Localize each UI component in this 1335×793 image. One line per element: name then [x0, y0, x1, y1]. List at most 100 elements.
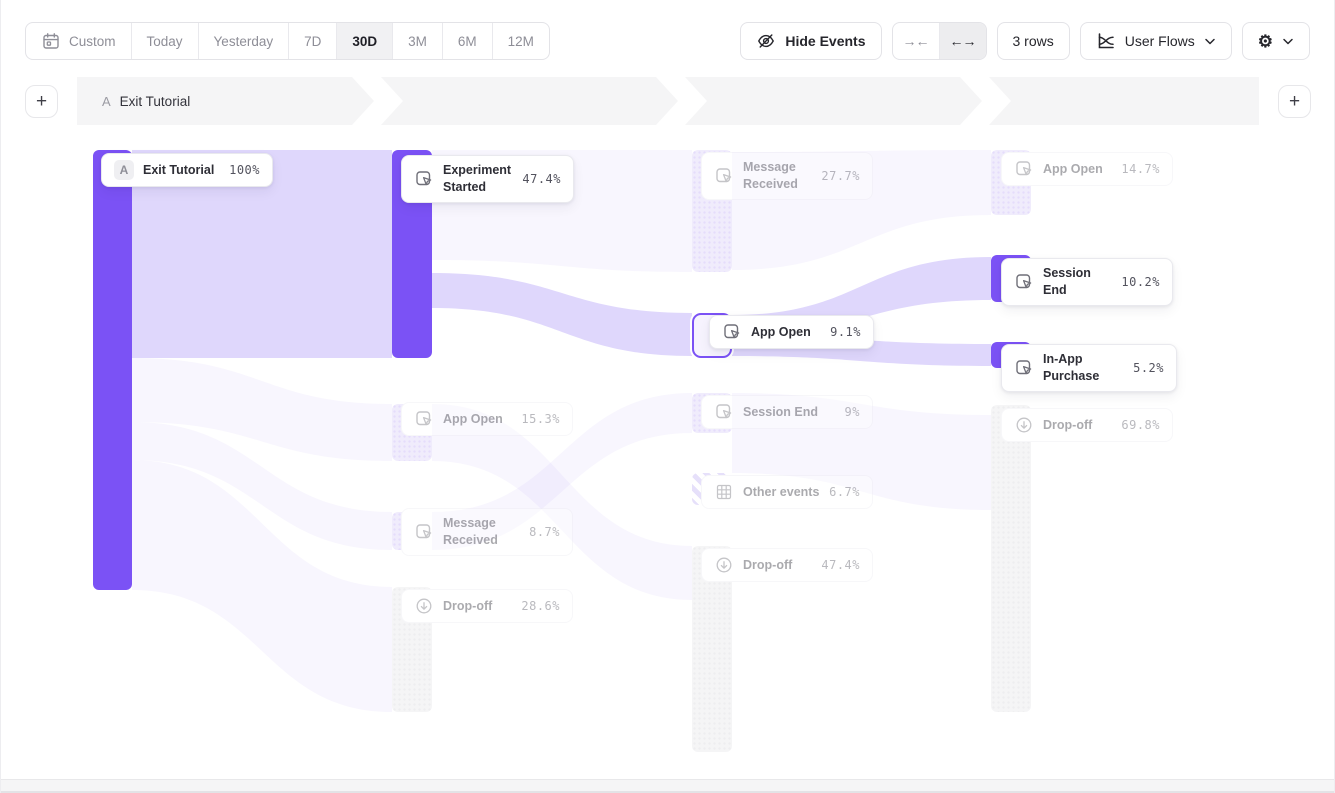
date-range-3m[interactable]: 3M [392, 23, 442, 59]
toolbar: Custom Today Yesterday 7D 30D 3M 6M 12M … [1, 0, 1334, 60]
date-range-label: Custom [69, 34, 116, 49]
node-card-other-events[interactable]: Other events 6.7% [701, 475, 873, 509]
date-range-label: 12M [508, 34, 534, 49]
step-name: Exit Tutorial [120, 94, 191, 109]
eye-off-icon [756, 31, 776, 51]
node-label: App Open [443, 411, 512, 428]
node-card-drop-off[interactable]: Drop-off 47.4% [701, 548, 873, 582]
node-card-app-open-selected[interactable]: App Open 9.1% [709, 315, 874, 349]
node-percent: 15.3% [521, 412, 560, 426]
node-card-message-received[interactable]: Message Received 27.7% [701, 152, 873, 200]
event-icon [1014, 358, 1034, 378]
rows-button[interactable]: 3 rows [997, 22, 1070, 60]
drop-off-icon [714, 555, 734, 575]
event-icon [714, 166, 734, 186]
step-letter: A [102, 94, 111, 109]
event-icon [414, 169, 434, 189]
node-bar-drop-off[interactable] [991, 405, 1031, 712]
step-segment-4[interactable] [989, 77, 1259, 125]
user-flows-app: Custom Today Yesterday 7D 30D 3M 6M 12M … [0, 0, 1335, 793]
node-label: App Open [1043, 161, 1112, 178]
step-segment-3[interactable] [685, 77, 982, 125]
node-percent: 47.4% [522, 172, 561, 186]
node-card-app-open[interactable]: App Open 14.7% [1001, 152, 1173, 186]
event-icon [414, 522, 434, 542]
node-percent: 47.4% [821, 558, 860, 572]
collapse-columns-button[interactable]: →← [893, 23, 939, 59]
date-range-label: 30D [352, 34, 377, 49]
date-range-30d[interactable]: 30D [336, 23, 392, 59]
view-type-button[interactable]: User Flows [1080, 22, 1232, 60]
node-card-session-end[interactable]: Session End 9% [701, 395, 873, 429]
node-label: Session End [743, 404, 836, 421]
date-range-6m[interactable]: 6M [442, 23, 492, 59]
node-card-app-open[interactable]: App Open 15.3% [401, 402, 573, 436]
date-range-label: 6M [458, 34, 477, 49]
event-icon [414, 409, 434, 429]
node-label: Message Received [443, 515, 520, 549]
node-percent: 8.7% [529, 525, 560, 539]
node-card-drop-off[interactable]: Drop-off 69.8% [1001, 408, 1173, 442]
node-percent: 5.2% [1133, 361, 1164, 375]
node-label: Message Received [743, 159, 812, 193]
date-range-custom[interactable]: Custom [26, 23, 131, 59]
node-card-experiment-started[interactable]: Experiment Started 47.4% [401, 155, 574, 203]
node-percent: 14.7% [1121, 162, 1160, 176]
node-percent: 10.2% [1121, 275, 1160, 289]
step-segment-a[interactable]: A Exit Tutorial [77, 77, 374, 125]
plus-icon: + [1289, 91, 1300, 112]
drop-off-icon [1014, 415, 1034, 435]
event-icon [714, 402, 734, 422]
sankey-stage: A Exit Tutorial 100% Experiment Started … [1, 130, 1334, 779]
rows-label: 3 rows [1013, 33, 1054, 49]
collapse-arrows-icon: →← [903, 33, 929, 49]
node-bar-exit-tutorial[interactable] [93, 150, 132, 590]
node-card-in-app-purchase[interactable]: In-App Purchase 5.2% [1001, 344, 1177, 392]
node-percent: 28.6% [521, 599, 560, 613]
node-percent: 9% [845, 405, 860, 419]
node-card-exit-tutorial[interactable]: A Exit Tutorial 100% [101, 153, 273, 187]
node-percent: 69.8% [1121, 418, 1160, 432]
other-events-icon [714, 482, 734, 502]
step-chevron-bar: A Exit Tutorial [77, 77, 1259, 125]
event-icon [1014, 272, 1034, 292]
settings-button[interactable]: ⚙ [1242, 22, 1310, 60]
date-range-today[interactable]: Today [131, 23, 198, 59]
node-label: Exit Tutorial [143, 162, 220, 179]
node-label: Drop-off [443, 598, 512, 615]
node-card-message-received[interactable]: Message Received 8.7% [401, 508, 573, 556]
node-percent: 27.7% [821, 169, 860, 183]
step-a-badge: A [114, 160, 134, 180]
node-label: Other events [743, 484, 820, 501]
node-label: Drop-off [1043, 417, 1112, 434]
add-step-left-button[interactable]: + [25, 85, 58, 118]
node-label: In-App Purchase [1043, 351, 1124, 385]
date-range-yesterday[interactable]: Yesterday [198, 23, 289, 59]
chevron-down-icon [1282, 36, 1294, 46]
node-card-drop-off[interactable]: Drop-off 28.6% [401, 589, 573, 623]
expand-arrows-icon: ←→ [950, 33, 976, 49]
bottom-scrollbar-strip[interactable] [1, 779, 1334, 793]
hide-events-label: Hide Events [785, 33, 865, 49]
date-range-label: 7D [304, 34, 321, 49]
flow-experiment-to-appopen [432, 273, 692, 356]
step-segment-2[interactable] [381, 77, 678, 125]
date-range-label: Today [147, 34, 183, 49]
date-range-label: 3M [408, 34, 427, 49]
date-range-label: Yesterday [214, 34, 274, 49]
date-range-control: Custom Today Yesterday 7D 30D 3M 6M 12M [25, 22, 550, 60]
expand-columns-button[interactable]: ←→ [939, 23, 986, 59]
node-percent: 6.7% [829, 485, 860, 499]
view-type-label: User Flows [1125, 33, 1195, 49]
add-step-right-button[interactable]: + [1278, 85, 1311, 118]
node-card-session-end[interactable]: Session End 10.2% [1001, 258, 1173, 306]
width-toggle-control: →← ←→ [892, 22, 987, 60]
node-label: Session End [1043, 265, 1112, 299]
toolbar-right: Hide Events →← ←→ 3 rows User Flows ⚙ [740, 22, 1310, 60]
event-icon [1014, 159, 1034, 179]
event-icon [722, 322, 742, 342]
hide-events-button[interactable]: Hide Events [740, 22, 881, 60]
plus-icon: + [36, 91, 47, 112]
date-range-12m[interactable]: 12M [492, 23, 549, 59]
date-range-7d[interactable]: 7D [288, 23, 336, 59]
